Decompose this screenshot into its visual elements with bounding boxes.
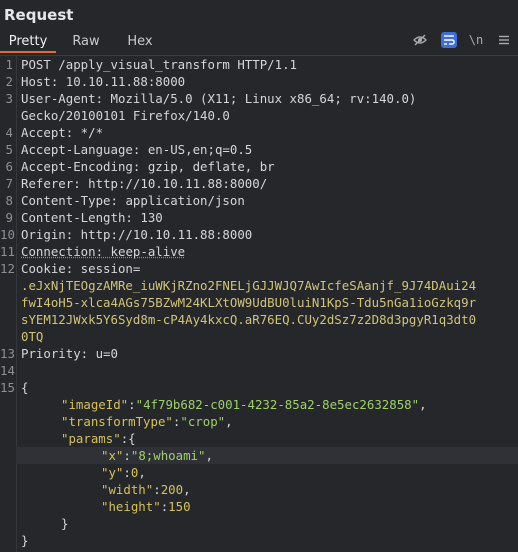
- request-editor[interactable]: 1 2 3 4 5 6 7 8 9 10 11 12 13 14 15 POST…: [0, 56, 518, 552]
- json-key: "width": [101, 482, 154, 497]
- json-imageid: "imageId":"4f79b682-c001-4232-85a2-8e5ec…: [61, 397, 427, 412]
- json-close-params: }: [61, 516, 69, 531]
- json-key: "y": [101, 465, 124, 480]
- header-value: u=0: [88, 346, 118, 361]
- header-value: 10.10.11.88:8000: [58, 74, 186, 89]
- line-number: 6: [5, 159, 13, 174]
- json-width: "width":200,: [101, 482, 191, 497]
- header-content-type: Content-Type: application/json: [21, 192, 245, 209]
- json-value: "4f79b682-c001-4232-85a2-8e5ec2632858": [135, 397, 420, 412]
- header-key: Cookie:: [21, 261, 74, 276]
- json-value: 150: [168, 499, 191, 514]
- header-key: Accept-Encoding:: [21, 159, 141, 174]
- header-value: Mozilla/5.0 (X11; Linux x86_64; rv:140.0…: [103, 91, 417, 106]
- wrap-lines-icon[interactable]: [441, 32, 457, 48]
- tab-pretty[interactable]: Pretty: [0, 31, 56, 53]
- json-x: "x":"8;whoami",: [101, 448, 213, 463]
- line-number: 5: [5, 142, 13, 157]
- header-value: keep-alive: [103, 244, 186, 259]
- json-transformtype: "transformType":"crop",: [61, 414, 233, 429]
- line-number: 10: [0, 227, 15, 242]
- tab-raw[interactable]: Raw: [64, 31, 108, 53]
- header-value: en-US,en;q=0.5: [140, 142, 253, 157]
- header-key: Priority:: [21, 346, 89, 361]
- header-user-agent-cont: Gecko/20100101 Firefox/140.0: [21, 108, 230, 123]
- newline-icon[interactable]: \n: [468, 32, 484, 48]
- cookie-name: session=: [73, 261, 141, 276]
- json-key: "x": [101, 448, 124, 463]
- header-value: http://10.10.11.88:8000: [73, 227, 253, 242]
- cookie-value-line[interactable]: sYEM12JWxk5Y6Syd8m-cP4Ay4kxcQ.aR76EQ.CUy…: [21, 311, 476, 328]
- json-value: "8;whoami": [130, 448, 206, 463]
- header-content-length: Content-Length: 130: [21, 209, 163, 226]
- header-priority: Priority: u=0: [21, 345, 118, 362]
- line-number: 7: [5, 176, 13, 191]
- line-number: 11: [0, 244, 15, 259]
- header-value: */*: [73, 125, 104, 140]
- header-value: gzip, deflate, br: [140, 159, 275, 174]
- json-y: "y":0,: [101, 465, 146, 480]
- line-number: 1: [5, 57, 13, 72]
- line-number: 9: [5, 210, 13, 225]
- header-key: Referer:: [21, 176, 81, 191]
- json-key: "imageId": [61, 397, 129, 412]
- line-number: 3: [5, 91, 13, 106]
- json-close-brace: }: [21, 533, 29, 548]
- header-origin: Origin: http://10.10.11.88:8000: [21, 226, 252, 243]
- request-line: POST /apply_visual_transform HTTP/1.1: [21, 57, 298, 72]
- json-open-brace: {: [21, 380, 29, 395]
- header-key: Content-Type:: [21, 193, 118, 208]
- header-connection: Connection: keep-alive: [21, 243, 185, 260]
- eye-slash-icon[interactable]: [412, 32, 428, 48]
- header-key: Connection:: [21, 244, 104, 259]
- line-number: 15: [0, 380, 15, 395]
- header-accept-encoding: Accept-Encoding: gzip, deflate, br: [21, 158, 275, 175]
- current-line-highlight: [16, 447, 518, 464]
- header-value: http://10.10.11.88:8000/: [80, 176, 268, 191]
- header-referer: Referer: http://10.10.11.88:8000/: [21, 175, 267, 192]
- header-key: Accept:: [21, 125, 74, 140]
- line-number: 8: [5, 193, 13, 208]
- json-key: "params": [61, 431, 121, 446]
- header-cookie: Cookie: session=: [21, 260, 140, 277]
- header-key: Origin:: [21, 227, 74, 242]
- line-number: 4: [5, 125, 13, 140]
- line-number: 12: [0, 261, 15, 276]
- panel-title: Request: [4, 6, 74, 24]
- json-params: "params":{: [61, 431, 136, 446]
- header-value: 130: [132, 210, 163, 225]
- header-value: application/json: [117, 193, 245, 208]
- header-key: User-Agent:: [21, 91, 104, 106]
- json-value: 0: [130, 465, 139, 480]
- header-key: Accept-Language:: [21, 142, 141, 157]
- line-number: 14: [0, 363, 15, 378]
- header-key: Content-Length:: [21, 210, 133, 225]
- header-accept: Accept: */*: [21, 124, 103, 141]
- json-value: "crop": [180, 414, 226, 429]
- cookie-value-line[interactable]: fwI4oH5-xlca4AGs75BZwM24KLXtOW9UdBU0luiN…: [21, 294, 476, 311]
- header-host: Host: 10.10.11.88:8000: [21, 73, 185, 90]
- header-accept-language: Accept-Language: en-US,en;q=0.5: [21, 141, 252, 158]
- cookie-value-line[interactable]: 0TQ: [21, 328, 43, 345]
- json-value: 200: [160, 482, 184, 497]
- line-number: 2: [5, 74, 13, 89]
- json-height: "height":150: [101, 499, 191, 514]
- header-user-agent: User-Agent: Mozilla/5.0 (X11; Linux x86_…: [21, 90, 416, 107]
- tab-hex[interactable]: Hex: [118, 31, 162, 53]
- line-number: 13: [0, 346, 15, 361]
- cookie-value-line[interactable]: .eJxNjTEOgzAMRe_iuWKjRZno2FNELjGJJWJQ7Aw…: [21, 277, 476, 294]
- json-key: "height": [101, 499, 161, 514]
- header-key: Host:: [21, 74, 59, 89]
- json-key: "transformType": [61, 414, 173, 429]
- menu-icon[interactable]: [496, 32, 512, 48]
